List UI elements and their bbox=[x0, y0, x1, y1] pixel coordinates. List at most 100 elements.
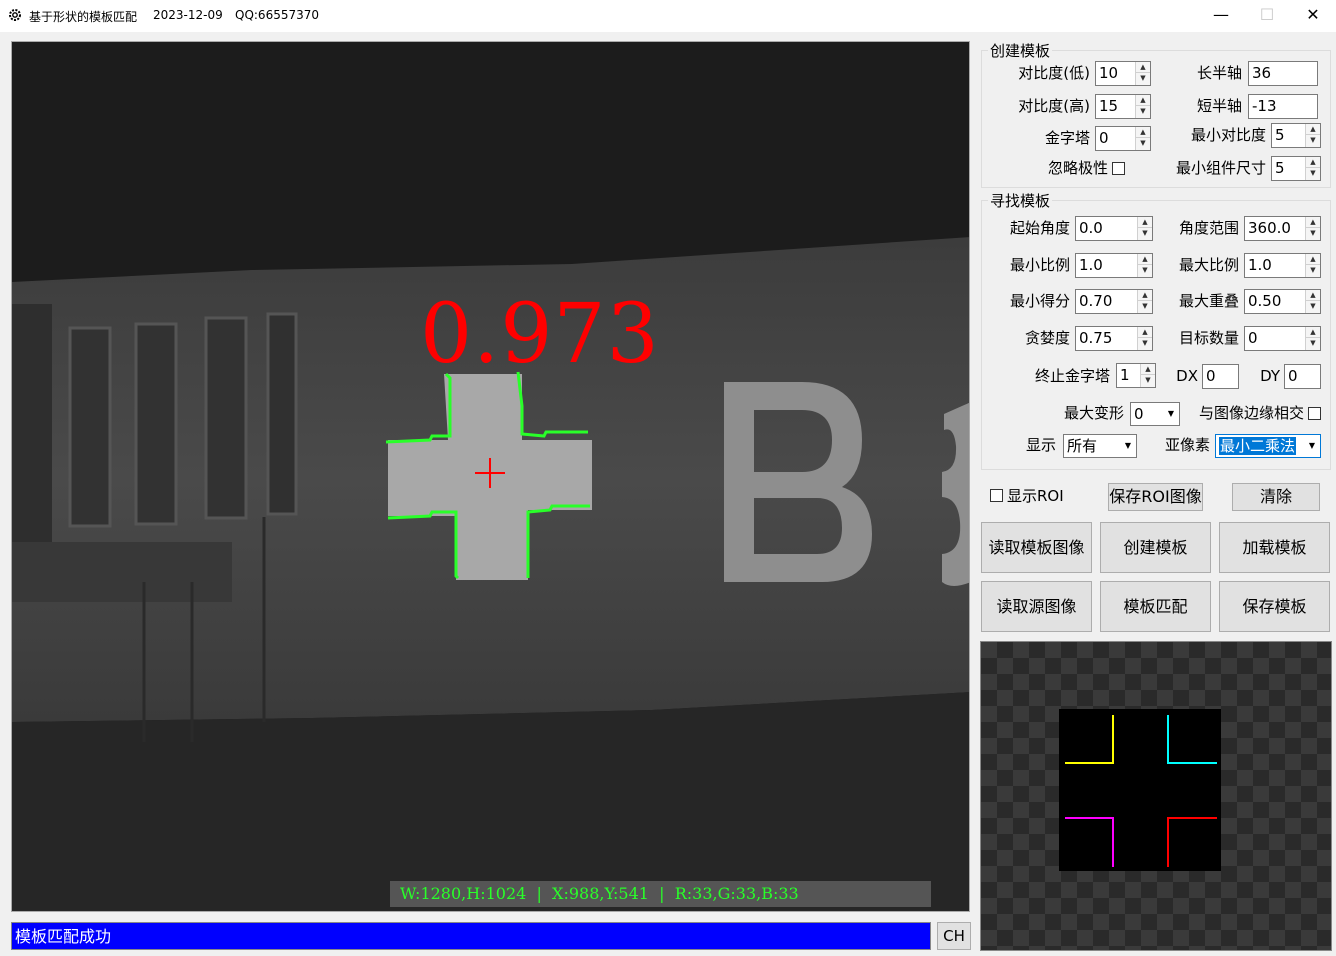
save-roi-image-button[interactable]: 保存ROI图像 bbox=[1108, 483, 1203, 511]
start-angle-value: 0.0 bbox=[1079, 217, 1103, 240]
create-template-button[interactable]: 创建模板 bbox=[1100, 522, 1211, 573]
close-button[interactable]: ✕ bbox=[1290, 0, 1336, 32]
min-component-spinbox[interactable]: 5 ▲▼ bbox=[1271, 156, 1321, 181]
chevron-down-icon: ▼ bbox=[1125, 435, 1131, 457]
dy-input[interactable]: 0 bbox=[1284, 364, 1321, 389]
title-bar: 基于形状的模板匹配 2023-12-09 QQ:66557370 — ☐ ✕ bbox=[0, 0, 1336, 32]
pyramid-value: 0 bbox=[1099, 127, 1109, 150]
spin-arrows[interactable]: ▲▼ bbox=[1137, 217, 1152, 240]
max-scale-label: 最大比例 bbox=[1155, 253, 1239, 277]
find-template-title: 寻找模板 bbox=[988, 190, 1052, 211]
subpixel-value: 最小二乘法 bbox=[1219, 437, 1296, 455]
angle-range-value: 360.0 bbox=[1248, 217, 1291, 240]
clear-button[interactable]: 清除 bbox=[1232, 483, 1320, 511]
max-overlap-label: 最大重叠 bbox=[1155, 289, 1239, 313]
contrast-high-label: 对比度(高) bbox=[990, 94, 1090, 118]
minor-axis-label: 短半轴 bbox=[1160, 94, 1242, 118]
create-template-title: 创建模板 bbox=[988, 40, 1052, 61]
num-matches-label: 目标数量 bbox=[1155, 326, 1239, 350]
min-contrast-label: 最小对比度 bbox=[1160, 123, 1266, 147]
language-button[interactable]: CH bbox=[937, 922, 971, 950]
camera-image bbox=[12, 42, 970, 912]
pyramid-spinbox[interactable]: 0 ▲▼ bbox=[1095, 126, 1151, 151]
show-roi-label: 显示ROI bbox=[1007, 484, 1064, 508]
ignore-polarity-checkbox[interactable] bbox=[1112, 162, 1125, 175]
match-score: 0.973 bbox=[420, 294, 660, 376]
spin-arrows[interactable]: ▲▼ bbox=[1305, 290, 1320, 313]
read-source-image-button[interactable]: 读取源图像 bbox=[981, 581, 1092, 632]
spin-arrows[interactable]: ▲▼ bbox=[1305, 217, 1320, 240]
end-pyramid-label: 终止金字塔 bbox=[1010, 364, 1110, 388]
template-match-button[interactable]: 模板匹配 bbox=[1100, 581, 1211, 632]
maximize-button[interactable]: ☐ bbox=[1244, 0, 1290, 32]
min-contrast-spinbox[interactable]: 5 ▲▼ bbox=[1271, 123, 1321, 148]
min-component-label: 最小组件尺寸 bbox=[1150, 156, 1266, 180]
display-label: 显示 bbox=[1010, 433, 1056, 457]
spin-arrows[interactable]: ▲▼ bbox=[1137, 254, 1152, 277]
contrast-low-value: 10 bbox=[1099, 62, 1118, 85]
save-template-button[interactable]: 保存模板 bbox=[1219, 581, 1330, 632]
min-component-value: 5 bbox=[1275, 157, 1285, 180]
spin-arrows[interactable]: ▲▼ bbox=[1135, 95, 1150, 118]
minimize-button[interactable]: — bbox=[1198, 0, 1244, 32]
template-contour-image bbox=[981, 642, 1332, 951]
contrast-high-value: 15 bbox=[1099, 95, 1118, 118]
major-axis-input[interactable]: 36 bbox=[1248, 61, 1318, 86]
dx-input[interactable]: 0 bbox=[1202, 364, 1239, 389]
min-score-value: 0.70 bbox=[1079, 290, 1112, 313]
greediness-value: 0.75 bbox=[1079, 327, 1112, 350]
pyramid-label: 金字塔 bbox=[990, 126, 1090, 150]
min-scale-spinbox[interactable]: 1.0 ▲▼ bbox=[1075, 253, 1153, 278]
subpixel-select[interactable]: 最小二乘法 ▼ bbox=[1215, 434, 1321, 458]
min-contrast-value: 5 bbox=[1275, 124, 1285, 147]
display-select[interactable]: 所有 ▼ bbox=[1063, 434, 1137, 458]
max-overlap-spinbox[interactable]: 0.50 ▲▼ bbox=[1244, 289, 1321, 314]
contrast-low-label: 对比度(低) bbox=[990, 61, 1090, 85]
chevron-down-icon: ▼ bbox=[1309, 435, 1315, 457]
dy-label: DY bbox=[1248, 364, 1280, 388]
template-preview[interactable] bbox=[980, 641, 1332, 951]
border-intersect-checkbox[interactable] bbox=[1308, 407, 1321, 420]
min-scale-label: 最小比例 bbox=[985, 253, 1070, 277]
max-deform-select[interactable]: 0 ▼ bbox=[1130, 402, 1180, 426]
min-score-label: 最小得分 bbox=[985, 289, 1070, 313]
max-deform-value: 0 bbox=[1134, 405, 1144, 423]
end-pyramid-spinbox[interactable]: 1 ▲▼ bbox=[1116, 363, 1156, 388]
num-matches-spinbox[interactable]: 0 ▲▼ bbox=[1244, 326, 1321, 351]
minor-axis-input[interactable]: -13 bbox=[1248, 94, 1318, 119]
max-deform-label: 最大变形 bbox=[1040, 401, 1124, 425]
ignore-polarity-label: 忽略极性 bbox=[1000, 156, 1108, 180]
title-date: 2023-12-09 bbox=[153, 8, 223, 22]
contrast-high-spinbox[interactable]: 15 ▲▼ bbox=[1095, 94, 1151, 119]
min-scale-value: 1.0 bbox=[1079, 254, 1103, 277]
spin-arrows[interactable]: ▲▼ bbox=[1140, 364, 1155, 387]
contrast-low-spinbox[interactable]: 10 ▲▼ bbox=[1095, 61, 1151, 86]
start-angle-spinbox[interactable]: 0.0 ▲▼ bbox=[1075, 216, 1153, 241]
load-template-button[interactable]: 加载模板 bbox=[1219, 522, 1330, 573]
num-matches-value: 0 bbox=[1248, 327, 1258, 350]
angle-range-label: 角度范围 bbox=[1155, 216, 1239, 240]
chevron-down-icon: ▼ bbox=[1168, 403, 1174, 425]
spin-arrows[interactable]: ▲▼ bbox=[1135, 127, 1150, 150]
spin-arrows[interactable]: ▲▼ bbox=[1305, 157, 1320, 180]
max-scale-spinbox[interactable]: 1.0 ▲▼ bbox=[1244, 253, 1321, 278]
spin-arrows[interactable]: ▲▼ bbox=[1305, 124, 1320, 147]
spin-arrows[interactable]: ▲▼ bbox=[1137, 290, 1152, 313]
show-roi-checkbox[interactable] bbox=[990, 489, 1003, 502]
spin-arrows[interactable]: ▲▼ bbox=[1135, 62, 1150, 85]
max-overlap-value: 0.50 bbox=[1248, 290, 1281, 313]
spin-arrows[interactable]: ▲▼ bbox=[1305, 254, 1320, 277]
spin-arrows[interactable]: ▲▼ bbox=[1137, 327, 1152, 350]
spin-arrows[interactable]: ▲▼ bbox=[1305, 327, 1320, 350]
greediness-spinbox[interactable]: 0.75 ▲▼ bbox=[1075, 326, 1153, 351]
image-viewer[interactable]: 0.973 W:1280,H:1024 | X:988,Y:541 | R:33… bbox=[11, 41, 970, 912]
read-template-image-button[interactable]: 读取模板图像 bbox=[981, 522, 1092, 573]
major-axis-label: 长半轴 bbox=[1160, 61, 1242, 85]
greediness-label: 贪婪度 bbox=[985, 326, 1070, 350]
dx-label: DX bbox=[1166, 364, 1198, 388]
image-info-bar: W:1280,H:1024 | X:988,Y:541 | R:33,G:33,… bbox=[390, 881, 931, 907]
max-scale-value: 1.0 bbox=[1248, 254, 1272, 277]
min-score-spinbox[interactable]: 0.70 ▲▼ bbox=[1075, 289, 1153, 314]
angle-range-spinbox[interactable]: 360.0 ▲▼ bbox=[1244, 216, 1321, 241]
subpixel-label: 亚像素 bbox=[1150, 433, 1210, 457]
